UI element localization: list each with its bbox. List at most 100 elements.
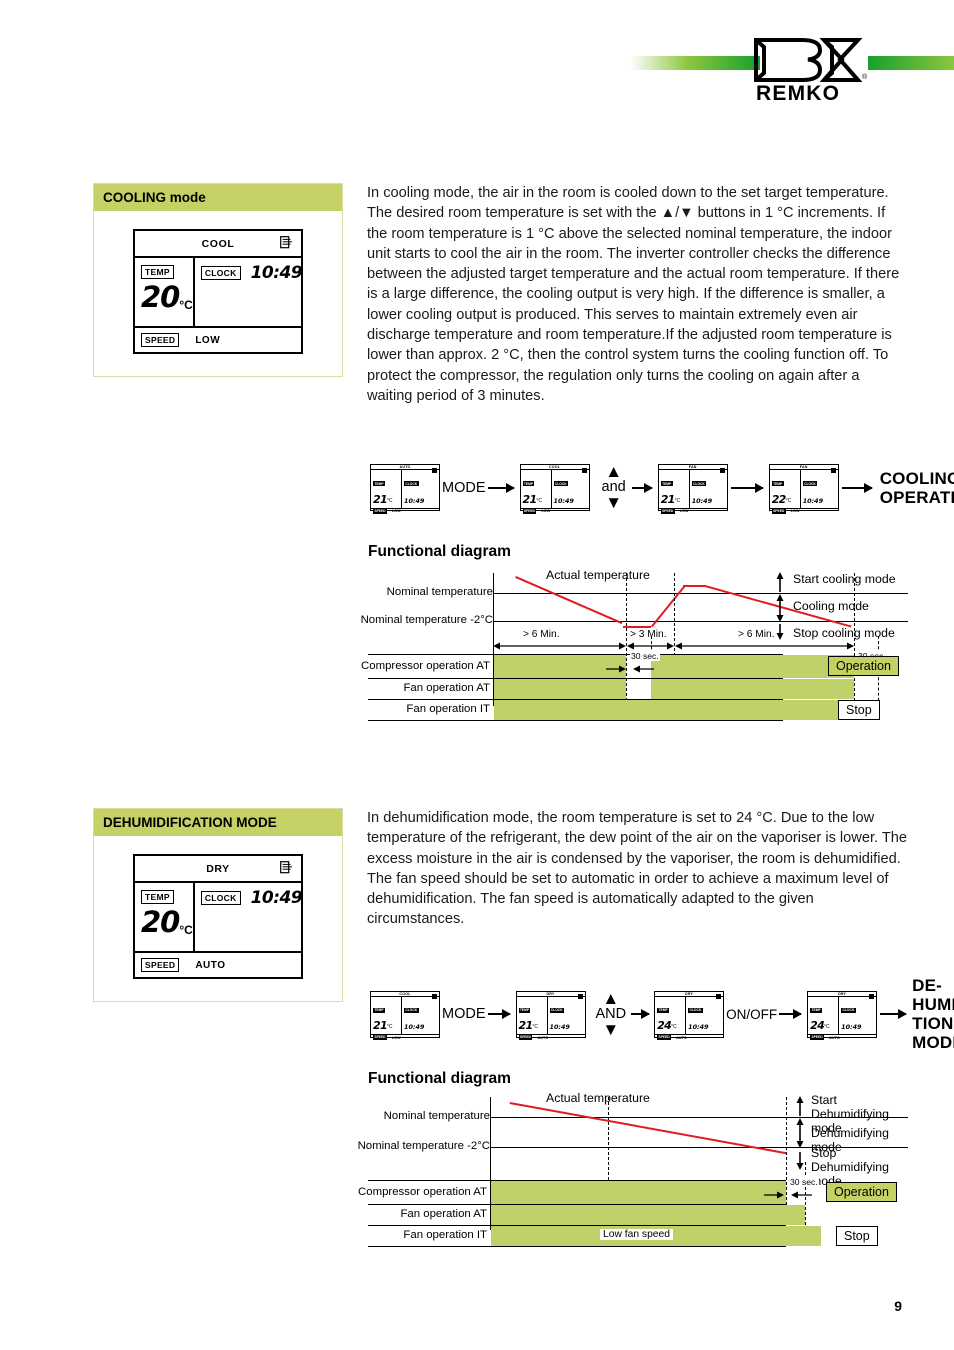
arrow-down-icon: ▼: [602, 1019, 620, 1039]
lcd-mode-label: COOL: [201, 237, 235, 250]
mini-temp-reading: 21°C: [373, 490, 401, 508]
clock-value: 10:49: [404, 496, 425, 505]
cooling-diagram-title: Functional diagram: [368, 543, 511, 560]
mini-main: TEMP 21°C CLOCK 10:49: [371, 470, 439, 508]
clock-value: 10:49: [549, 1023, 570, 1031]
mini-temp-section: TEMP 21°C: [521, 470, 552, 508]
row-label-fan-it: Fan operation IT: [403, 1229, 487, 1241]
clock-tag: CLOCK: [404, 481, 419, 487]
clock-value: 10:49: [250, 263, 303, 283]
actual-temp-curve-seg1: [515, 576, 623, 625]
temp-value: 20: [141, 905, 180, 939]
brand-bar-right: [868, 56, 954, 70]
lcd-temp-section: TEMP 20 °C: [135, 258, 195, 326]
flow-arrow-4: [841, 482, 873, 493]
temp-tag: TEMP: [657, 1007, 670, 1013]
page-number: 9: [894, 1298, 902, 1314]
mini-mode-bar: DRY: [516, 992, 585, 999]
speed-value: LOW: [391, 1035, 401, 1040]
mini-main: TEMP 21°C CLOCK 10:49: [371, 996, 439, 1034]
mini-mode-bar: COOL: [520, 465, 589, 473]
mini-clock-section: CLOCK 10:49: [402, 470, 439, 508]
row-sep-bottom: [368, 720, 783, 721]
row-label-fan-at: Fan operation AT: [403, 682, 490, 694]
speed-value: LOW: [391, 509, 401, 514]
clock-value: 10:49: [553, 496, 574, 505]
dehumidification-diagram-title: Functional diagram: [368, 1070, 511, 1087]
airflow-icon: [280, 861, 294, 879]
flow-action-mode: MODE: [442, 1006, 486, 1022]
sec-arrow-1: [764, 1191, 812, 1199]
clock-reading: CLOCK 10:49: [200, 263, 303, 283]
lcd-clock-section: CLOCK 10:49: [195, 258, 303, 326]
result-line-3: TION-: [912, 1014, 954, 1033]
temp-value: 24: [657, 1019, 672, 1032]
sec-mark-1: 30 sec.: [789, 1177, 819, 1187]
flow-action-mode: MODE: [442, 479, 486, 496]
temp-unit: °C: [179, 923, 193, 937]
clock-tag: CLOCK: [549, 1007, 565, 1013]
temp-tag: TEMP: [518, 1007, 531, 1013]
lcd-main-area: TEMP 20 °C CLOCK 10:49: [135, 883, 303, 951]
sec-mark-1: 30 sec.: [630, 651, 660, 661]
updown-buttons: ▲ and ▼: [602, 463, 626, 512]
time-mark-3: > 6 Min.: [738, 629, 775, 640]
lcd-mode-label: DRY: [206, 862, 230, 875]
flow-arrow-4: [880, 1009, 908, 1019]
clock-tag: CLOCK: [553, 481, 569, 487]
flow-step-display-4: FAN TEMP 22°C CLOCK 10:49 SPEED LOW: [768, 464, 839, 514]
row-sep-bottom: [368, 1246, 786, 1247]
dehumidification-flow-diagram: COOL TEMP 21°C CLOCK 10:49 SPEED LOW MOD…: [370, 976, 954, 1052]
temp-tag: TEMP: [373, 1007, 385, 1013]
clock-value: 10:49: [802, 496, 824, 505]
mini-temp-section: TEMP 21°C: [371, 470, 402, 508]
clock-tag: CLOCK: [688, 1007, 703, 1013]
mini-clock-section: CLOCK 10:49: [801, 470, 838, 508]
legend-stop: Stop: [836, 1226, 878, 1246]
clock-value: 10:49: [841, 1023, 862, 1031]
arrow-down-icon: ▼: [605, 493, 623, 512]
clock-value: 10:49: [691, 496, 713, 505]
row-label-compressor: Compressor operation AT: [361, 660, 490, 672]
mini-temp-section: TEMP 24°C: [655, 996, 687, 1034]
flow-arrow-3: [730, 482, 764, 493]
mini-mode-bar: DRY: [655, 992, 724, 999]
dehumidification-flow-result: DE- HUMIDIFICA- TION- MODE: [912, 976, 954, 1052]
airflow-icon: [719, 467, 725, 473]
temp-unit: °C: [824, 1024, 830, 1030]
clock-value: 10:49: [250, 888, 303, 908]
row-label-fan-at: Fan operation AT: [400, 1208, 487, 1220]
result-line-2: HUMIDIFICA-: [912, 995, 954, 1014]
annot-range-arrows: [796, 1096, 804, 1170]
airflow-icon: [716, 994, 722, 999]
clock-tag: CLOCK: [802, 481, 818, 487]
cooling-panel-title: COOLING mode: [94, 184, 342, 211]
flow-step-display-1: AUTO TEMP 21°C CLOCK 10:49 SPEED LOW: [370, 464, 440, 514]
mini-mode-label: DRY: [838, 991, 847, 996]
updown-buttons: ▲ AND ▼: [596, 990, 627, 1039]
mini-speed-section: SPEED LOW: [520, 507, 589, 514]
legend-operation: Operation: [826, 1182, 897, 1202]
dehumidification-mode-panel: DEHUMIDIFICATION MODE DRY TEMP 20 °C CLO…: [93, 808, 343, 1002]
fan-at-bar-1: [494, 679, 626, 699]
temp-value: 22: [771, 492, 787, 506]
mini-speed-section: SPEED LOW: [658, 507, 727, 514]
mini-main: TEMP 21°C CLOCK 10:49: [517, 996, 585, 1034]
mini-temp-reading: 21°C: [661, 490, 689, 508]
temp-unit: °C: [674, 497, 681, 504]
mini-main: TEMP 24°C CLOCK 10:49: [808, 996, 876, 1034]
temp-unit: °C: [179, 298, 193, 312]
lcd-temp-section: TEMP 20 °C: [135, 883, 195, 951]
y-label-nominal-minus2: Nominal temperature -2°C: [360, 614, 493, 626]
speed-value: LOW: [195, 334, 221, 346]
speed-value: AUTO: [829, 1035, 840, 1040]
actual-temp-label: Actual temperature: [546, 568, 650, 582]
temp-reading: 20 °C: [141, 907, 193, 937]
mini-mode-label: COOL: [399, 991, 411, 996]
speed-value: LOW: [790, 509, 800, 514]
speed-value: AUTO: [195, 959, 226, 971]
y-label-nominal: Nominal temperature: [383, 1110, 490, 1122]
brand-name: REMKO: [756, 82, 841, 105]
annot-start-cooling: Start cooling mode: [793, 572, 896, 586]
time-mark-1: > 6 Min.: [523, 629, 560, 640]
